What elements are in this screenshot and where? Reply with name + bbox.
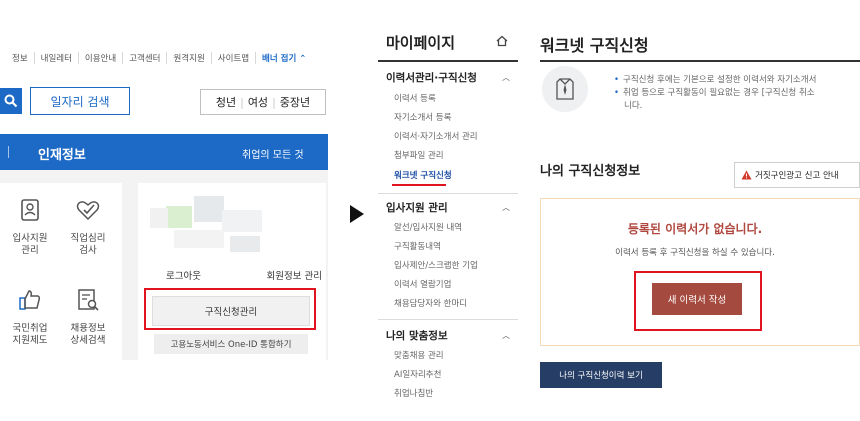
top-nav-item[interactable]: 사이트맵 [212, 52, 257, 64]
tile-label: 입사지원 [12, 233, 48, 244]
top-nav-item[interactable]: 내일레터 [35, 52, 79, 64]
notice-text: 니다. [624, 101, 643, 111]
highlight-box [144, 288, 316, 330]
sidebar-item-resume-register[interactable]: 이력서 등록 [394, 92, 436, 104]
page-title: 워크넷 구직신청 [540, 36, 649, 55]
top-utility-nav: 정보 내일레터 이용안내 고객센터 원격지원 사이트맵 배너 접기 ⌃ [0, 50, 312, 66]
chevron-up-icon: ︿ [502, 203, 510, 212]
home-icon[interactable] [496, 35, 508, 47]
tile-national-employment-support[interactable]: 국민취업 지원제도 [0, 287, 60, 347]
active-underline [392, 184, 446, 186]
application-history-button[interactable]: 나의 구직신청이력 보기 [540, 362, 662, 388]
sidebar-item-attachment-manage[interactable]: 첨부파일 관리 [394, 149, 444, 161]
filter-youth[interactable]: 청년 [216, 94, 236, 110]
notice-text: 취업 등으로 구직활동이 필요없는 경우 [구직신청 취소 [623, 88, 815, 98]
tile-detailed-job-search[interactable]: 채용정보 상세검색 [58, 287, 118, 347]
thumbs-up-icon [19, 290, 41, 310]
sidebar-item-resume-viewers[interactable]: 이력서 열람기업 [394, 278, 451, 290]
search-icon [4, 94, 18, 108]
sidebar-group-custom[interactable]: 나의 맞춤정보 ︿ [386, 328, 510, 343]
quick-menu-tiles: 입사지원 관리 직업심리 검사 국민취업 지원제도 채용정보 상세검색 [0, 183, 122, 363]
tile-aptitude-test[interactable]: 직업심리 검사 [58, 197, 118, 257]
top-nav-item[interactable]: 원격지원 [167, 52, 212, 64]
arrow-right-icon [350, 205, 364, 223]
oneid-integration-button[interactable]: 고용노동서비스 One-ID 통합하기 [154, 334, 308, 354]
filter-middle-aged[interactable]: 중장년 [280, 94, 310, 110]
sidebar-item-recruiter-chat[interactable]: 채용담당자와 한마디 [394, 297, 467, 309]
banner-toggle-button[interactable]: 배너 접기 ⌃ [256, 52, 312, 64]
my-application-title: 나의 구직신청정보 [540, 164, 641, 179]
empty-resume-message: 이력서 등록 후 구직신청을 하실 수 있습니다. [615, 248, 775, 258]
worknet-main-page: 정보 내일레터 이용안내 고객센터 원격지원 사이트맵 배너 접기 ⌃ 일자리 … [0, 0, 330, 421]
employment-all-link[interactable]: 취업의 모든 것 [242, 146, 304, 161]
sidebar-item-cover-letter-register[interactable]: 자기소개서 등록 [394, 111, 451, 123]
mypage-sidebar: 마이페이지 이력서관리·구직신청 ︿ 이력서 등록 자기소개서 등록 이력서·자… [378, 0, 518, 421]
job-search-button[interactable]: 일자리 검색 [30, 87, 130, 115]
tile-label: 지원제도 [12, 335, 48, 346]
bar-divider [8, 146, 9, 158]
sidebar-group-resume[interactable]: 이력서관리·구직신청 ︿ [386, 70, 510, 85]
tile-label: 상세검색 [70, 335, 106, 346]
talent-info-title[interactable]: 인재정보 [38, 144, 86, 163]
filter-women[interactable]: 여성 [248, 94, 268, 110]
sidebar-item-career-compass[interactable]: 취업나침반 [394, 387, 433, 399]
notice-item: • 구직신청 후에는 기본으로 설정한 이력서와 자기소개서 [614, 74, 860, 87]
audience-filter: 청년 | 여성 | 중장년 [200, 89, 326, 115]
sidebar-group-title: 입사지원 관리 [386, 202, 448, 214]
bullet-icon: • [614, 75, 620, 85]
filter-divider: | [272, 95, 276, 109]
logout-link[interactable]: 로그아웃 [152, 268, 201, 282]
id-card-icon [21, 199, 39, 221]
tile-label: 검사 [79, 245, 97, 256]
blurred-profile [150, 196, 270, 254]
warning-icon [741, 170, 752, 180]
sidebar-item-resume-manage[interactable]: 이력서·자기소개서 관리 [394, 130, 478, 142]
top-nav-item[interactable]: 고객센터 [123, 52, 168, 64]
notice-list: • 구직신청 후에는 기본으로 설정한 이력서와 자기소개서 • 취업 등으로 구직… [614, 74, 860, 113]
false-ad-report-button[interactable]: 거짓구인광고 신고 안내 [734, 162, 860, 188]
sidebar-divider [378, 193, 518, 194]
sidebar-group-title: 나의 맞춤정보 [386, 330, 448, 342]
member-info-link[interactable]: 회원정보 관리 [267, 268, 322, 282]
sidebar-item-ai-recommend[interactable]: AI일자리추천 [394, 368, 441, 380]
document-search-icon [78, 289, 99, 311]
empty-resume-title: 등록된 이력서가 없습니다. [627, 222, 763, 236]
sidebar-title: 마이페이지 [386, 34, 456, 52]
tile-label: 국민취업 [12, 323, 48, 334]
sidebar-divider [378, 60, 518, 62]
chevron-up-icon: ︿ [502, 331, 510, 340]
notice-item: • 취업 등으로 구직활동이 필요없는 경우 [구직신청 취소 [614, 87, 860, 100]
job-application-content: 워크넷 구직신청 • 구직신청 후에는 기본으로 설정한 이력서와 자기소개서 •… [530, 0, 860, 421]
highlight-box [634, 271, 762, 331]
sidebar-item-custom-recruit[interactable]: 맞춤채용 관리 [394, 349, 444, 361]
sidebar-item-job-activity[interactable]: 구직활동내역 [394, 240, 441, 252]
talent-info-bar: 인재정보 취업의 모든 것 [0, 134, 328, 170]
tile-label: 채용정보 [70, 323, 106, 334]
shirt-tie-icon [556, 78, 574, 100]
sidebar-divider [378, 319, 518, 320]
tile-label: 관리 [21, 245, 39, 256]
chevron-up-icon: ︿ [502, 73, 510, 82]
report-button-label: 거짓구인광고 신고 안내 [755, 171, 839, 181]
sidebar-group-title: 이력서관리·구직신청 [386, 72, 477, 84]
tile-label: 직업심리 [70, 233, 106, 244]
title-divider [540, 60, 860, 62]
notice-text: 구직신청 후에는 기본으로 설정한 이력서와 자기소개서 [623, 75, 817, 85]
tile-application-management[interactable]: 입사지원 관리 [0, 197, 60, 257]
filter-divider: | [240, 95, 244, 109]
sidebar-item-application-history[interactable]: 알선/입사지원 내역 [394, 221, 462, 233]
bullet-icon: • [614, 88, 620, 98]
info-circle [542, 66, 588, 112]
sidebar-group-application[interactable]: 입사지원 관리 ︿ [386, 200, 510, 215]
top-nav-item[interactable]: 정보 [0, 52, 35, 64]
member-links: 로그아웃 회원정보 관리 [152, 268, 322, 282]
heart-check-icon [76, 201, 100, 221]
sidebar-item-worknet-apply[interactable]: 워크넷 구직신청 [394, 169, 452, 181]
search-button[interactable] [0, 88, 22, 114]
top-nav-item[interactable]: 이용안내 [79, 52, 124, 64]
sidebar-item-offers-scraps[interactable]: 입사제안/스크랩한 기업 [394, 259, 478, 271]
